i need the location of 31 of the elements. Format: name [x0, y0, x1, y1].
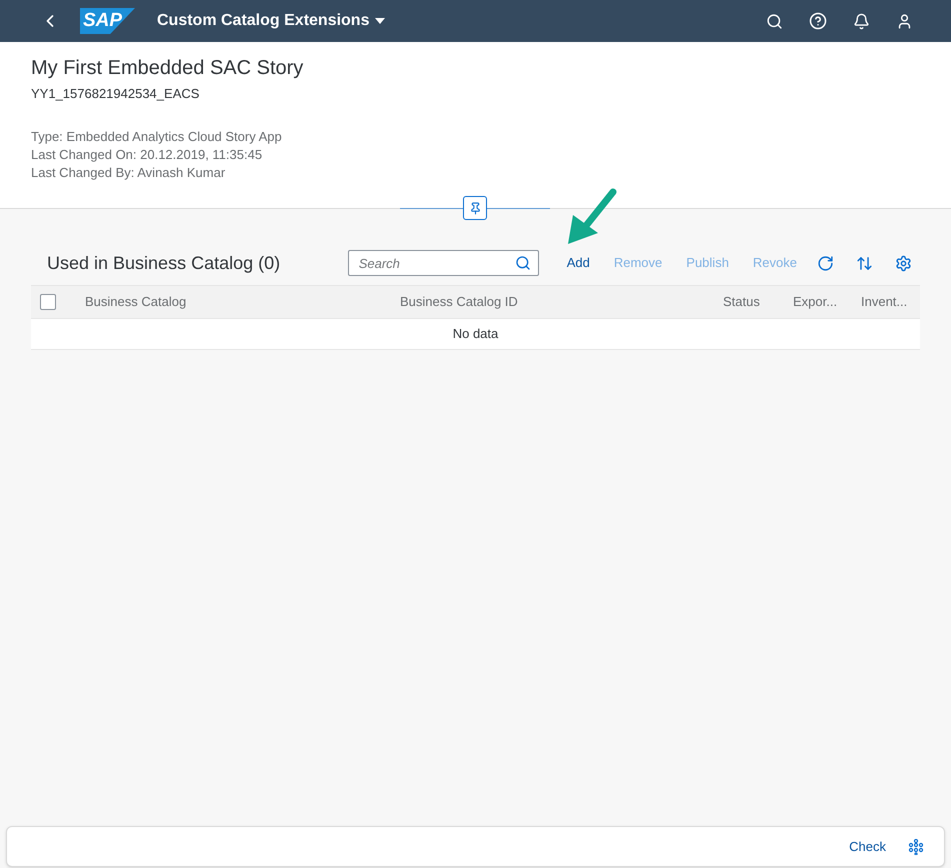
arrow-annotation — [565, 187, 617, 247]
column-header: Business Catalog ID — [400, 294, 518, 310]
caret-icon — [375, 18, 386, 24]
search-field[interactable]: Search — [348, 250, 539, 276]
network-icon[interactable] — [908, 838, 924, 854]
object-attribute: Type: Embedded Analytics Cloud Story App — [31, 128, 283, 146]
app-title-menu[interactable]: Custom Catalog Extensions — [157, 9, 386, 33]
pin-icon — [468, 202, 482, 214]
column-header: Expor... — [793, 294, 838, 310]
check-button[interactable]: Check — [849, 836, 886, 856]
object-title: My First Embedded SAC Story — [31, 56, 304, 80]
user-button[interactable] — [896, 12, 913, 30]
empty-table-text: No data — [452, 325, 498, 344]
help-button[interactable] — [809, 12, 827, 30]
column-header: Business Catalog — [85, 294, 186, 310]
object-attribute: Last Changed On: 20.12.2019, 11:35:45 — [31, 146, 264, 164]
object-subtitle: YY1_1576821942534_EACS — [31, 85, 200, 103]
pin-button[interactable] — [463, 196, 487, 220]
notifications-button[interactable] — [853, 12, 870, 30]
search-button[interactable] — [766, 12, 783, 30]
table-title: Used in Business Catalog (0) — [47, 252, 280, 275]
sort-button[interactable] — [856, 254, 873, 272]
refresh-button[interactable] — [817, 254, 834, 272]
column-header: Status — [723, 294, 760, 310]
column-header: Invent... — [861, 294, 908, 310]
logo: SAP — [80, 8, 135, 34]
settings-button[interactable] — [895, 254, 912, 272]
select-all-checkbox[interactable] — [40, 294, 56, 310]
search-icon[interactable] — [514, 255, 531, 271]
object-attribute: Last Changed By: Avinash Kumar — [31, 164, 226, 182]
toolbar-button[interactable]: Add — [554, 253, 602, 273]
